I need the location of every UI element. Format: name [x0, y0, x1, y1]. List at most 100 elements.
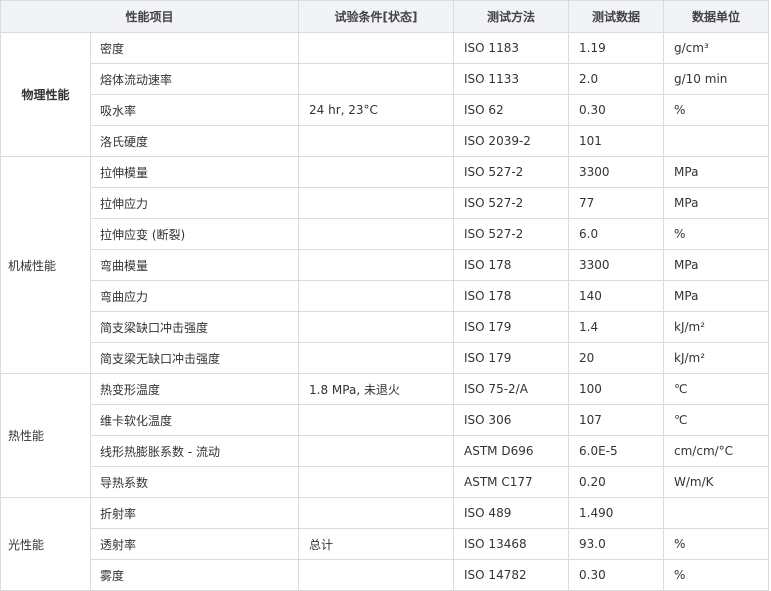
test-value-cell: 3300	[568, 156, 665, 188]
table-row: 简支梁无缺口冲击强度 ISO 179 20 kJ/m²	[1, 342, 770, 374]
property-name-cell: 维卡软化温度	[89, 404, 300, 436]
unit-cell: cm/cm/°C	[663, 435, 770, 467]
table-row: 拉伸应力 ISO 527-2 77 MPa	[1, 187, 770, 219]
header-property-item: 性能项目	[0, 0, 300, 33]
table-row: 吸水率 24 hr, 23°C ISO 62 0.30%	[1, 94, 770, 126]
table-row: 雾度 ISO 14782 0.30%	[1, 559, 770, 591]
table-row: 导热系数 ASTM C177 0.20 W/m/K	[1, 466, 770, 498]
test-value-cell: 77	[568, 187, 665, 219]
test-condition-cell	[298, 559, 455, 591]
test-condition-cell	[298, 218, 455, 250]
unit-cell: %	[663, 218, 770, 250]
header-row: 性能项目 试验条件[状态] 测试方法 测试数据 数据单位	[0, 0, 770, 33]
test-method-cell: ISO 14782	[453, 559, 570, 591]
test-value-cell: 93.0	[568, 528, 665, 560]
test-value-cell: 0.30	[568, 559, 665, 591]
property-name-cell: 拉伸模量	[89, 156, 300, 188]
test-value-cell: 6.0	[568, 218, 665, 250]
property-name-cell: 线形热膨胀系数 - 流动	[89, 435, 300, 467]
unit-cell: %	[663, 528, 770, 560]
test-method-cell: ISO 178	[453, 280, 570, 312]
test-condition-cell	[298, 32, 455, 64]
unit-cell: %	[663, 94, 770, 126]
test-method-cell: ISO 75-2/A	[453, 373, 570, 405]
test-method-cell: ISO 489	[453, 497, 570, 529]
table-row: 透射率 总计 ISO 13468 93.0%	[1, 528, 770, 560]
test-method-cell: ISO 62	[453, 94, 570, 126]
table-row: 洛氏硬度 ISO 2039-2 101	[1, 125, 770, 157]
unit-cell: MPa	[663, 249, 770, 281]
unit-cell: W/m/K	[663, 466, 770, 498]
test-method-cell: ISO 178	[453, 249, 570, 281]
test-value-cell: 2.0	[568, 63, 665, 95]
property-name-cell: 洛氏硬度	[89, 125, 300, 157]
header-data-unit: 数据单位	[663, 0, 770, 33]
unit-cell: %	[663, 559, 770, 591]
unit-cell: g/cm³	[663, 32, 770, 64]
test-method-cell: ISO 179	[453, 342, 570, 374]
test-condition-cell: 24 hr, 23°C	[298, 94, 455, 126]
test-method-cell: ASTM D696	[453, 435, 570, 467]
test-method-cell: ISO 2039-2	[453, 125, 570, 157]
test-value-cell: 1.490	[568, 497, 665, 529]
property-name-cell: 透射率	[89, 528, 300, 560]
table-body: 物理性能 密度 ISO 1183 1.19 g/cm³ 熔体流动速率 ISO 1133 2.0…	[0, 32, 770, 591]
property-name-cell: 热变形温度	[89, 373, 300, 405]
test-condition-cell	[298, 342, 455, 374]
test-value-cell: 107	[568, 404, 665, 436]
unit-cell: MPa	[663, 187, 770, 219]
test-condition-cell	[298, 466, 455, 498]
test-value-cell: 101	[568, 125, 665, 157]
test-method-cell: ASTM C177	[453, 466, 570, 498]
table-row: 熔体流动速率 ISO 1133 2.0 g/10 min	[1, 63, 770, 95]
table-row: 光性能 折射率 ISO 489 1.490	[0, 497, 770, 591]
table-row: 拉伸应变 (断裂) ISO 527-2 6.0%	[1, 218, 770, 250]
property-name-cell: 拉伸应变 (断裂)	[89, 218, 300, 250]
unit-cell: MPa	[663, 280, 770, 312]
test-method-cell: ISO 527-2	[453, 218, 570, 250]
test-condition-cell	[298, 280, 455, 312]
table-row: 机械性能 拉伸模量 ISO 527-2 3300 MPa	[0, 156, 770, 374]
test-value-cell: 3300	[568, 249, 665, 281]
unit-cell: g/10 min	[663, 63, 770, 95]
test-method-cell: ISO 306	[453, 404, 570, 436]
property-name-cell: 密度	[89, 32, 300, 64]
test-condition-cell: 总计	[298, 528, 455, 560]
test-condition-cell	[298, 404, 455, 436]
category-cell: 光性能	[0, 497, 91, 591]
unit-cell: kJ/m²	[663, 311, 770, 343]
unit-cell: kJ/m²	[663, 342, 770, 374]
table-row: 弯曲应力 ISO 178 140 MPa	[1, 280, 770, 312]
property-name-cell: 导热系数	[89, 466, 300, 498]
unit-cell	[663, 497, 770, 529]
unit-cell: ℃	[663, 404, 770, 436]
test-value-cell: 6.0E-5	[568, 435, 665, 467]
test-value-cell: 0.20	[568, 466, 665, 498]
header-test-method: 测试方法	[453, 0, 570, 33]
property-name-cell: 简支梁无缺口冲击强度	[89, 342, 300, 374]
test-condition-cell	[298, 187, 455, 219]
property-name-cell: 弯曲模量	[89, 249, 300, 281]
test-value-cell: 100	[568, 373, 665, 405]
property-name-cell: 雾度	[89, 559, 300, 591]
property-name-cell: 拉伸应力	[89, 187, 300, 219]
test-method-cell: ISO 1133	[453, 63, 570, 95]
category-cell: 物理性能	[0, 32, 91, 157]
category-cell: 机械性能	[0, 156, 91, 374]
property-name-cell: 熔体流动速率	[89, 63, 300, 95]
header-test-condition: 试验条件[状态]	[298, 0, 455, 33]
table-row: 简支梁缺口冲击强度 ISO 179 1.4 kJ/m²	[1, 311, 770, 343]
table-row: 维卡软化温度 ISO 306 107 ℃	[1, 404, 770, 436]
test-method-cell: ISO 527-2	[453, 156, 570, 188]
table-row: 弯曲模量 ISO 178 3300 MPa	[1, 249, 770, 281]
category-cell: 热性能	[0, 373, 91, 498]
test-value-cell: 20	[568, 342, 665, 374]
header-test-data: 测试数据	[568, 0, 665, 33]
properties-table: 性能项目 试验条件[状态] 测试方法 测试数据 数据单位 物理性能 密度 ISO 1…	[0, 0, 770, 591]
test-condition-cell	[298, 156, 455, 188]
test-condition-cell: 1.8 MPa, 未退火	[298, 373, 455, 405]
unit-cell	[663, 125, 770, 157]
test-method-cell: ISO 13468	[453, 528, 570, 560]
test-condition-cell	[298, 311, 455, 343]
test-condition-cell	[298, 63, 455, 95]
